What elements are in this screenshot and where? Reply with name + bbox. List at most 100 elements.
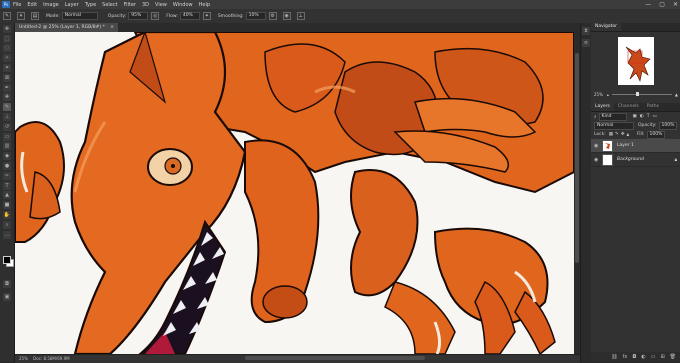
menu-edit[interactable]: Edit: [27, 2, 37, 8]
mode-select[interactable]: Normal: [61, 12, 98, 20]
history-panel-icon[interactable]: ⧗: [582, 27, 590, 35]
brush-preset-icon[interactable]: ✎: [3, 12, 11, 20]
zoom-out-icon[interactable]: ▴: [607, 92, 609, 97]
foreground-color-swatch[interactable]: [3, 256, 11, 264]
lasso-tool-icon[interactable]: ◌: [3, 44, 11, 53]
navigator-zoom-row: 25% ▴ ▲: [594, 91, 678, 97]
layer-style-icon[interactable]: fx: [623, 354, 628, 360]
navigator-preview[interactable]: [618, 37, 654, 85]
type-tool-icon[interactable]: T: [3, 181, 11, 190]
tab-channels[interactable]: Channels: [614, 103, 643, 111]
lock-paint-icon[interactable]: ✎: [615, 132, 619, 137]
lock-all-icon[interactable]: 🔒︎: [627, 132, 629, 138]
document-tab[interactable]: Untitled-2 @ 25% (Layer 1, RGB/8#) * ×: [15, 23, 119, 32]
history-brush-tool-icon[interactable]: ↺: [3, 122, 11, 131]
layer-row[interactable]: ◉ Background 🔒︎: [591, 153, 680, 167]
lock-pixels-icon[interactable]: ▦: [609, 132, 613, 137]
filter-adjust-icon[interactable]: ◐: [640, 114, 644, 119]
menu-view[interactable]: View: [155, 2, 167, 8]
new-layer-icon[interactable]: ⊞: [660, 354, 664, 360]
canvas[interactable]: [15, 32, 574, 354]
smoothing-options-icon[interactable]: ⚙: [268, 12, 277, 20]
vertical-scroll-thumb[interactable]: [575, 53, 579, 263]
menu-window[interactable]: Window: [173, 2, 193, 8]
blur-tool-icon[interactable]: ◆: [3, 152, 11, 161]
lock-position-icon[interactable]: ✥: [621, 132, 625, 137]
visibility-eye-icon[interactable]: ◉: [594, 143, 600, 149]
status-zoom[interactable]: 25%: [19, 356, 28, 361]
fill-field[interactable]: 100%: [646, 130, 666, 139]
menu-3d[interactable]: 3D: [142, 2, 149, 8]
brush-settings-icon[interactable]: ▾: [17, 12, 25, 20]
menu-file[interactable]: File: [13, 2, 21, 8]
healing-tool-icon[interactable]: ✚: [3, 93, 11, 102]
layers-footer: ⛓ fx ◘ ◐ ▭ ⊞ 🗑︎: [591, 352, 680, 362]
brush-tool-icon[interactable]: ✎: [3, 103, 11, 112]
opacity-field[interactable]: 95%: [128, 12, 149, 20]
delete-layer-icon[interactable]: 🗑︎: [670, 354, 676, 360]
zoom-in-icon[interactable]: ▲: [675, 92, 678, 97]
horizontal-scroll-thumb[interactable]: [245, 356, 425, 360]
dodge-tool-icon[interactable]: ●: [3, 161, 11, 170]
blend-mode-select[interactable]: Normal: [594, 121, 634, 130]
options-bar: ✎ ▾ ▤ Mode: Normal Opacity: 95% ◎ Flow: …: [0, 9, 680, 24]
filter-pixel-icon[interactable]: ▣: [633, 114, 637, 119]
layer-thumbnail: [602, 139, 613, 152]
filter-type-icon[interactable]: T: [647, 114, 650, 119]
screen-mode-icon[interactable]: ▣: [3, 292, 11, 301]
document-tab-title: Untitled-2 @ 25% (Layer 1, RGB/8#) *: [19, 25, 105, 30]
quick-mask-icon[interactable]: ◘: [3, 279, 11, 288]
path-select-tool-icon[interactable]: ▲: [3, 191, 11, 200]
eyedropper-tool-icon[interactable]: ✒: [3, 83, 11, 92]
hand-tool-icon[interactable]: ✋: [3, 210, 11, 219]
symmetry-icon[interactable]: ⟂: [296, 12, 305, 20]
maximize-button[interactable]: ▢: [659, 0, 665, 9]
navigator-zoom-slider[interactable]: [611, 92, 672, 96]
move-tool-icon[interactable]: ✥: [3, 24, 11, 33]
close-button[interactable]: ✕: [673, 0, 678, 9]
pen-tool-icon[interactable]: ✑: [3, 171, 11, 180]
pressure-size-icon[interactable]: ◉: [282, 12, 291, 20]
shape-tool-icon[interactable]: ■: [3, 201, 11, 210]
menu-layer[interactable]: Layer: [65, 2, 79, 8]
close-tab-icon[interactable]: ×: [110, 25, 114, 30]
frame-tool-icon[interactable]: ⊠: [3, 73, 11, 82]
minimize-button[interactable]: —: [645, 0, 651, 9]
tools-panel: ✥ ⬚ ◌ ✧ ⌗ ⊠ ✒ ✚ ✎ ⊥ ↺ ▭ ▥ ◆ ● ✑ T ▲ ■ ✋ …: [0, 23, 15, 362]
tab-layers[interactable]: Layers: [591, 103, 614, 111]
quick-select-tool-icon[interactable]: ✧: [3, 54, 11, 63]
menu-filter[interactable]: Filter: [124, 2, 136, 8]
clone-stamp-tool-icon[interactable]: ⊥: [3, 112, 11, 121]
tab-paths[interactable]: Paths: [643, 103, 663, 111]
brush-panel-icon[interactable]: ▤: [31, 12, 39, 20]
crop-tool-icon[interactable]: ⌗: [3, 63, 11, 72]
smoothing-field[interactable]: 10%: [245, 12, 266, 20]
layer-opacity-field[interactable]: 100%: [658, 121, 678, 130]
link-layers-icon[interactable]: ⛓: [611, 354, 617, 360]
add-mask-icon[interactable]: ◘: [632, 354, 636, 360]
gradient-tool-icon[interactable]: ▥: [3, 142, 11, 151]
adjustment-layer-icon[interactable]: ◐: [641, 354, 645, 360]
layers-panel: Layers Channels Paths ⌕ Kind ▣ ◐ T ▭ Nor…: [591, 103, 680, 362]
filter-shape-icon[interactable]: ▭: [652, 114, 656, 119]
menu-image[interactable]: Image: [43, 2, 59, 8]
flow-field[interactable]: 40%: [179, 12, 200, 20]
new-group-icon[interactable]: ▭: [651, 354, 656, 360]
pressure-opacity-icon[interactable]: ◎: [151, 12, 160, 20]
layer-row[interactable]: ◉ Layer 1: [591, 139, 680, 153]
layer-name[interactable]: Background: [617, 157, 644, 162]
more-tools-icon[interactable]: …: [3, 230, 11, 239]
zoom-tool-icon[interactable]: ⌕: [3, 220, 11, 229]
filter-kind-select[interactable]: Kind: [598, 112, 627, 121]
tab-navigator[interactable]: Navigator: [591, 23, 622, 31]
menu-help[interactable]: Help: [199, 2, 210, 8]
menu-select[interactable]: Select: [102, 2, 117, 8]
airbrush-icon[interactable]: ✦: [202, 12, 211, 20]
visibility-eye-icon[interactable]: ◉: [594, 157, 600, 163]
marquee-tool-icon[interactable]: ⬚: [3, 34, 11, 43]
navigator-zoom-value[interactable]: 25%: [594, 92, 603, 97]
eraser-tool-icon[interactable]: ▭: [3, 132, 11, 141]
menu-type[interactable]: Type: [85, 2, 96, 8]
properties-panel-icon[interactable]: ≡: [582, 39, 590, 47]
layer-name[interactable]: Layer 1: [617, 143, 634, 148]
